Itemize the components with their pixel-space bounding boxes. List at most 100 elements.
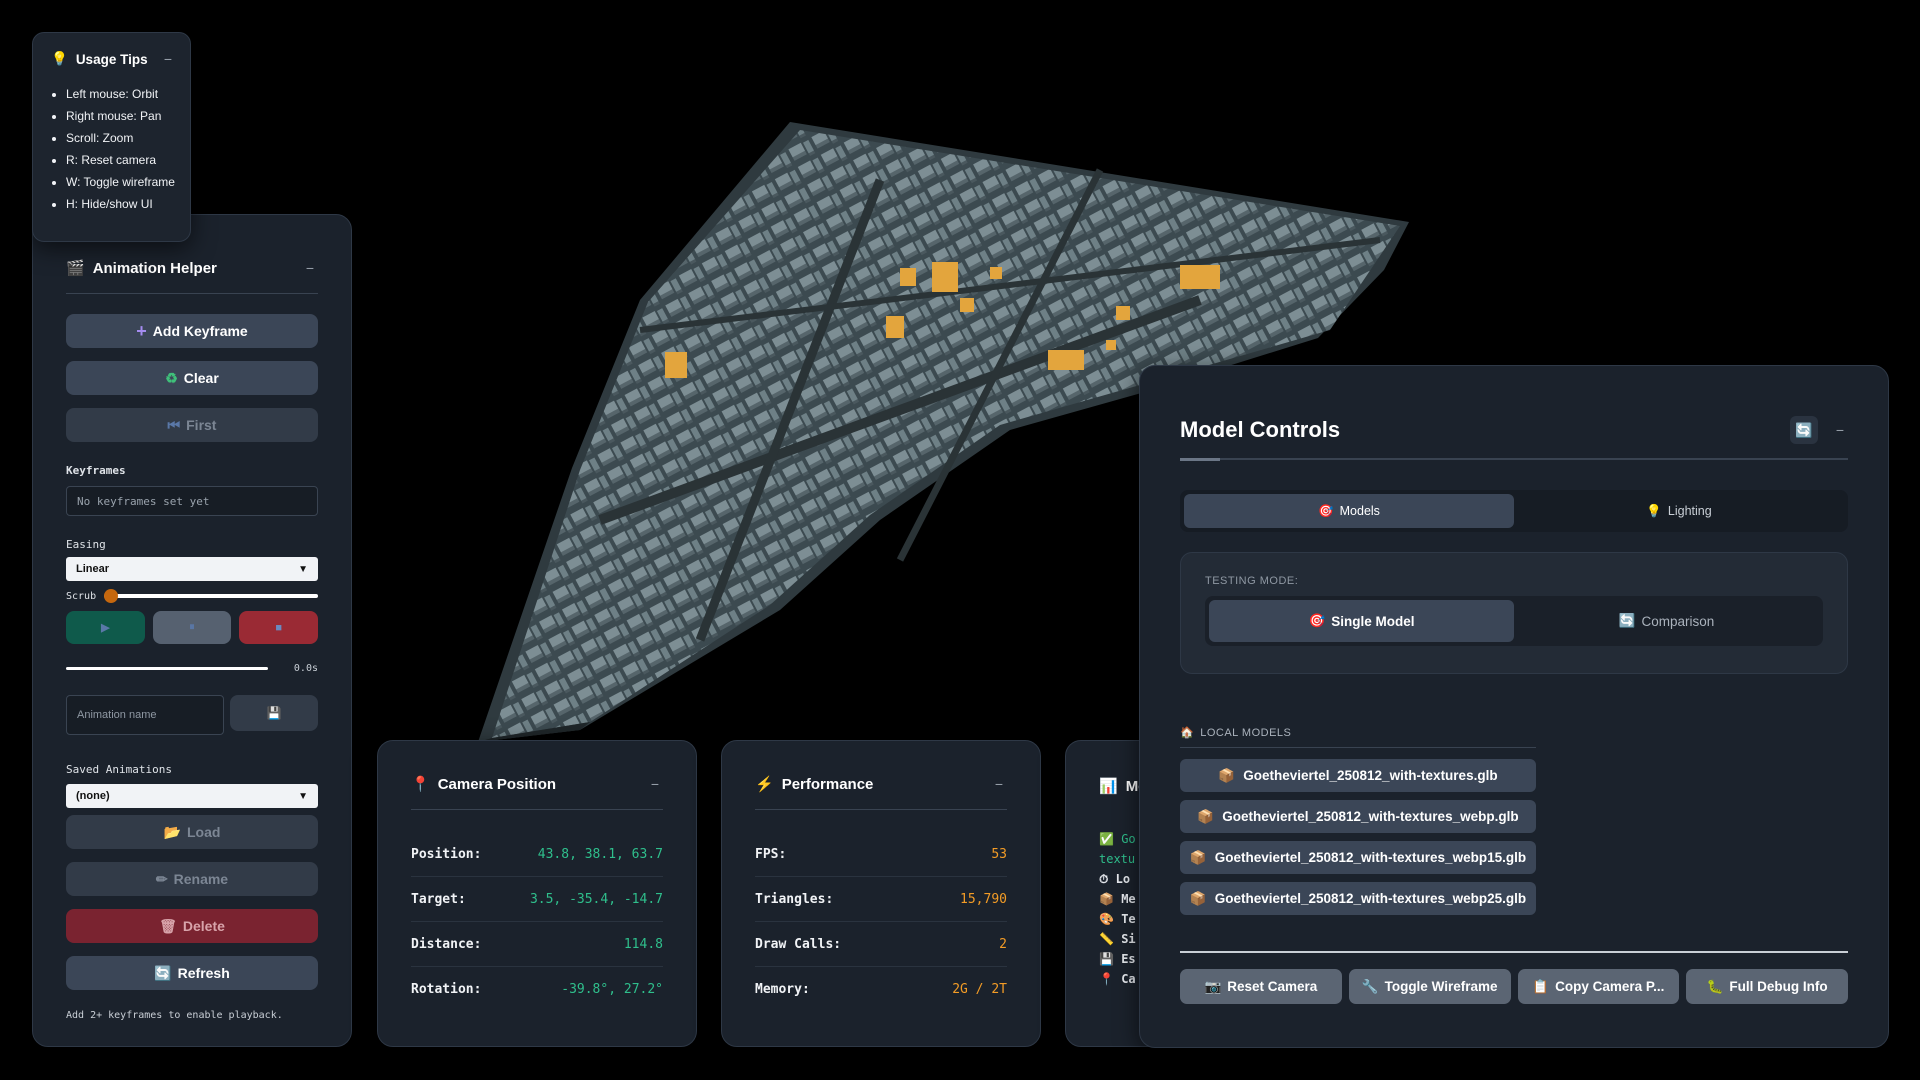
target-icon: 🎯 <box>1308 613 1326 628</box>
chevron-down-icon: ▼ <box>298 563 308 575</box>
plus-icon: + <box>136 320 147 341</box>
lightning-icon: ⚡ <box>755 776 774 793</box>
delete-label: Delete <box>182 918 225 934</box>
mode-single-model[interactable]: 🎯 Single Model <box>1209 600 1514 642</box>
testing-mode-box: TESTING MODE: 🎯 Single Model 🔄 Compariso… <box>1180 552 1848 674</box>
model-list: 📦 Goetheviertel_250812_with-textures.glb … <box>1180 759 1848 915</box>
tip-item: Left mouse: Orbit <box>66 83 176 105</box>
delete-button[interactable]: 🗑 Delete <box>66 909 318 943</box>
stat-value: 2 <box>999 936 1007 952</box>
copy-camera-button[interactable]: 📋 Copy Camera P... <box>1517 969 1680 1004</box>
model-item[interactable]: 📦 Goetheviertel_250812_with-textures.glb <box>1180 759 1536 792</box>
refresh-label: Refresh <box>177 965 230 981</box>
toggle-wireframe-button[interactable]: 🔧 Toggle Wireframe <box>1348 969 1511 1004</box>
saved-animations-value: (none) <box>76 790 110 802</box>
play-icon: ▶ <box>101 622 110 634</box>
scrub-label: Scrub <box>66 590 97 602</box>
camera-position-panel: 📍 Camera Position − Position: 43.8, 38.1,… <box>377 740 697 1047</box>
house-icon: 🏠 <box>1180 727 1195 739</box>
stat-key: Target: <box>411 891 466 907</box>
stat-row: FPS: 53 <box>755 832 1007 877</box>
chart-icon: 📊 <box>1099 778 1118 795</box>
save-animation-button[interactable]: 💾 <box>230 695 318 731</box>
info-text: Ca <box>1121 972 1136 986</box>
stat-key: Draw Calls: <box>755 936 842 952</box>
stop-button[interactable]: ■ <box>239 611 319 644</box>
first-keyframe-button[interactable]: ⏮ First <box>66 408 318 442</box>
minimize-button[interactable]: − <box>1832 422 1848 438</box>
pin-icon: 📍 <box>411 776 430 793</box>
stat-value: -39.8°, 27.2° <box>561 982 663 997</box>
load-button[interactable]: 📂 Load <box>66 815 318 849</box>
clear-button[interactable]: ♻ Clear <box>66 361 318 395</box>
keyframes-list: No keyframes set yet <box>66 486 318 516</box>
minimize-button[interactable]: − <box>991 776 1007 792</box>
tip-item: Scroll: Zoom <box>66 127 176 149</box>
easing-label: Easing <box>66 538 106 551</box>
testing-mode-toggle: 🎯 Single Model 🔄 Comparison <box>1205 596 1823 646</box>
package-icon: 📦 <box>1189 849 1207 865</box>
recycle-icon: ♻ <box>165 369 178 386</box>
button-label: Full Debug Info <box>1729 979 1828 994</box>
stat-row: Target: 3.5, -35.4, -14.7 <box>411 877 663 922</box>
lightbulb-icon: 💡 <box>51 51 68 66</box>
clapperboard-icon: 🎬 <box>66 260 85 277</box>
easing-select[interactable]: Linear ▼ <box>66 557 318 581</box>
model-item[interactable]: 📦 Goetheviertel_250812_with-textures_webp… <box>1180 841 1536 874</box>
skip-back-icon: ⏮ <box>167 416 181 433</box>
progress-bar <box>66 667 268 670</box>
minimize-button[interactable]: − <box>647 776 663 792</box>
rename-button[interactable]: ✏ Rename <box>66 862 318 896</box>
usage-tips-title: Usage Tips <box>75 51 148 67</box>
package-icon: 📦 <box>1189 890 1207 906</box>
testing-mode-label: TESTING MODE: <box>1205 575 1299 587</box>
reset-camera-button[interactable]: 📷 Reset Camera <box>1180 969 1342 1004</box>
scrub-slider[interactable] <box>104 589 318 603</box>
refresh-icon[interactable]: 🔄 <box>1790 416 1818 444</box>
pause-icon: ⏸ <box>189 621 195 633</box>
tip-item: R: Reset camera <box>66 149 176 171</box>
minimize-button[interactable]: − <box>160 51 176 67</box>
minimize-button[interactable]: − <box>302 260 318 276</box>
performance-title: Performance <box>781 775 874 793</box>
model-item[interactable]: 📦 Goetheviertel_250812_with-textures_webp… <box>1180 800 1536 833</box>
bug-icon: 🐛 <box>1706 978 1724 994</box>
trash-icon: 🗑 <box>159 917 177 934</box>
lightbulb-icon: 💡 <box>1646 503 1662 518</box>
save-icon: 💾 <box>266 706 282 720</box>
folder-icon: 📂 <box>163 823 181 840</box>
pause-button[interactable]: ⏸ <box>152 611 232 644</box>
mode-label: Single Model <box>1331 613 1415 629</box>
saved-animations-select[interactable]: (none) ▼ <box>66 784 318 808</box>
model-item[interactable]: 📦 Goetheviertel_250812_with-textures_webp… <box>1180 882 1536 915</box>
clear-label: Clear <box>183 370 219 386</box>
scrub-thumb[interactable] <box>104 589 119 603</box>
wrench-icon: 🔧 <box>1361 978 1379 994</box>
animation-helper-panel: 🎬 Animation Helper − + Add Keyframe ♻ Cl… <box>32 214 352 1047</box>
tip-item: H: Hide/show UI <box>66 193 176 215</box>
tab-lighting[interactable]: 💡 Lighting <box>1514 494 1844 528</box>
add-keyframe-button[interactable]: + Add Keyframe <box>66 314 318 348</box>
keyframes-label: Keyframes <box>66 464 126 477</box>
clipboard-icon: 📋 <box>1532 978 1550 994</box>
disk-icon: 💾 <box>1099 952 1114 966</box>
stat-row: Distance: 114.8 <box>411 922 663 967</box>
animation-name-input[interactable]: Animation name <box>66 695 224 735</box>
stat-key: Memory: <box>755 982 810 997</box>
playback-hint: Add 2+ keyframes to enable playback. <box>66 1010 283 1021</box>
play-button[interactable]: ▶ <box>66 611 145 644</box>
stat-key: Position: <box>411 846 482 862</box>
usage-tips-panel: 💡 Usage Tips − Left mouse: Orbit Right m… <box>32 32 191 242</box>
info-text: Es <box>1121 952 1136 966</box>
package-icon: 📦 <box>1197 808 1215 824</box>
full-debug-info-button[interactable]: 🐛 Full Debug Info <box>1686 969 1848 1004</box>
mode-comparison[interactable]: 🔄 Comparison <box>1514 600 1819 642</box>
tab-models[interactable]: 🎯 Models <box>1184 494 1514 528</box>
stat-value: 53 <box>991 846 1007 862</box>
model-controls-tabs: 🎯 Models 💡 Lighting <box>1180 490 1848 532</box>
mode-label: Comparison <box>1641 613 1715 629</box>
package-icon: 📦 <box>1099 892 1114 906</box>
refresh-button[interactable]: 🔄 Refresh <box>66 956 318 990</box>
load-label: Load <box>186 824 221 840</box>
refresh-icon: 🔄 <box>154 964 172 981</box>
